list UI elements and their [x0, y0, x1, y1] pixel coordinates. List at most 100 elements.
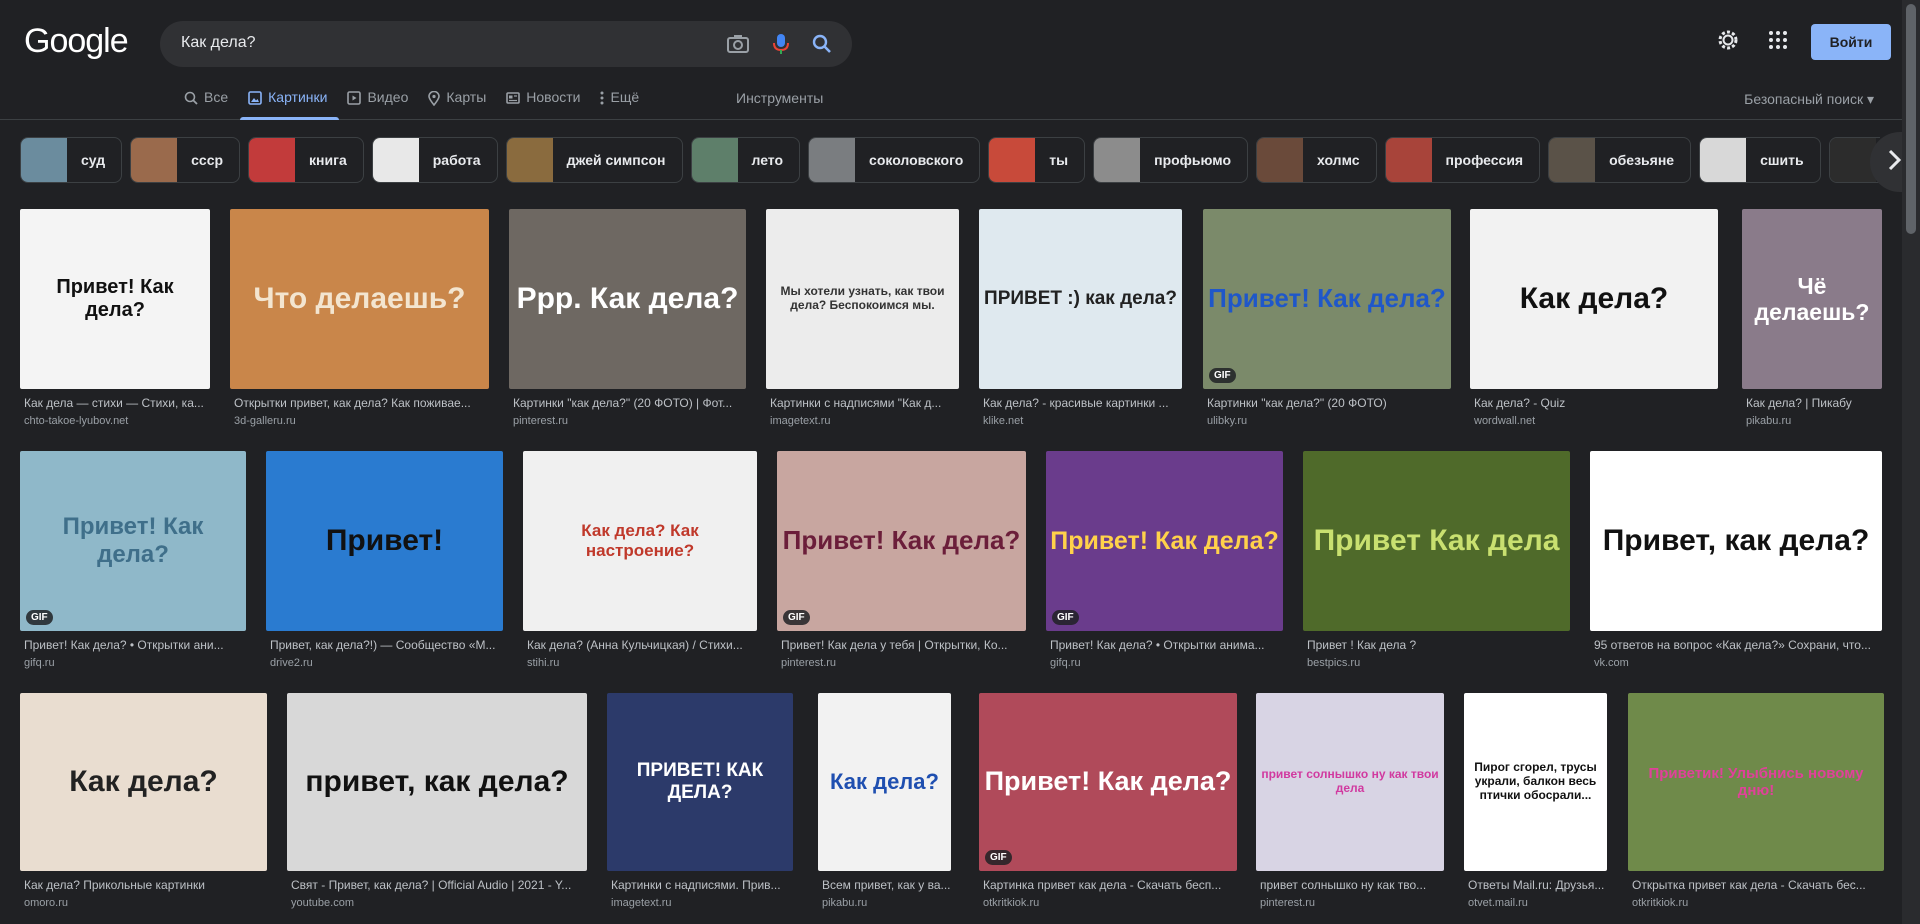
result-source[interactable]: klike.net — [979, 415, 1182, 427]
result-title[interactable]: Привет! Как дела у тебя | Открытки, Ко..… — [777, 638, 1026, 652]
camera-icon[interactable] — [726, 32, 750, 56]
tab-news[interactable]: Новости — [498, 86, 592, 120]
result-thumbnail[interactable]: Привет, как дела? — [1590, 451, 1882, 631]
image-result[interactable]: Пирог сгорел, трусы украли, балкон весь … — [1464, 693, 1607, 909]
result-thumbnail[interactable]: Привет! Как дела? GIF — [979, 693, 1237, 871]
result-title[interactable]: Картинка привет как дела - Скачать бесп.… — [979, 878, 1237, 892]
related-search-chip[interactable]: ты — [988, 137, 1086, 183]
apps-grid-icon[interactable] — [1766, 28, 1790, 52]
result-thumbnail[interactable]: ПРИВЕТ! КАК ДЕЛА? — [607, 693, 793, 871]
result-thumbnail[interactable]: Чё делаешь? — [1742, 209, 1882, 389]
image-result[interactable]: ПРИВЕТ :) как дела? Как дела? - красивые … — [979, 209, 1182, 427]
result-title[interactable]: 95 ответов на вопрос «Как дела?» Сохрани… — [1590, 638, 1882, 652]
related-search-chip[interactable]: работа — [371, 137, 498, 183]
image-result[interactable]: ПРИВЕТ! КАК ДЕЛА? Картинки с надписями. П… — [607, 693, 793, 909]
result-source[interactable]: imagetext.ru — [607, 897, 793, 909]
result-title[interactable]: Картинки "как дела?" (20 ФОТО) — [1203, 396, 1451, 410]
result-title[interactable]: Привет, как дела?!) — Сообщество «М... — [266, 638, 503, 652]
related-search-chip[interactable]: профессия — [1384, 137, 1541, 183]
result-title[interactable]: Картинки "как дела?" (20 ФОТО) | Фот... — [509, 396, 746, 410]
image-result[interactable]: Как дела? Как настроение? Как дела? (Анна… — [523, 451, 757, 669]
result-source[interactable]: 3d-galleru.ru — [230, 415, 489, 427]
result-title[interactable]: Привет! Как дела? • Открытки анима... — [1046, 638, 1283, 652]
result-source[interactable]: otkritkiok.ru — [979, 897, 1237, 909]
page-scrollbar[interactable] — [1902, 0, 1920, 924]
result-thumbnail[interactable]: Приветик! Улыбнись новому дню! — [1628, 693, 1884, 871]
related-search-chip[interactable]: ссср — [130, 137, 241, 183]
search-box[interactable]: Как дела? — [160, 21, 852, 67]
result-thumbnail[interactable]: Привет! Как дела? GIF — [1046, 451, 1283, 631]
tab-image[interactable]: Картинки — [240, 86, 340, 120]
scrollbar-thumb[interactable] — [1906, 4, 1916, 234]
result-thumbnail[interactable]: Привет! Как дела? GIF — [1203, 209, 1451, 389]
image-result[interactable]: Привет! Как дела? GIF Привет! Как дела? • … — [20, 451, 246, 669]
result-thumbnail[interactable]: Как дела? — [20, 693, 267, 871]
result-title[interactable]: Как дела? - Quiz — [1470, 396, 1718, 410]
result-source[interactable]: youtube.com — [287, 897, 587, 909]
result-source[interactable]: pikabu.ru — [1742, 415, 1882, 427]
tab-search[interactable]: Все — [176, 86, 240, 120]
result-title[interactable]: Как дела? | Пикабу — [1742, 396, 1882, 410]
result-source[interactable]: otvet.mail.ru — [1464, 897, 1607, 909]
image-result[interactable]: Приветик! Улыбнись новому дню! Открытка п… — [1628, 693, 1884, 909]
result-thumbnail[interactable]: Привет Как дела — [1303, 451, 1570, 631]
result-source[interactable]: pinterest.ru — [1256, 897, 1444, 909]
result-thumbnail[interactable]: Как дела? — [818, 693, 951, 871]
search-input[interactable]: Как дела? — [181, 34, 256, 52]
result-title[interactable]: Свят - Привет, как дела? | Official Audi… — [287, 878, 587, 892]
image-result[interactable]: Мы хотели узнать, как твои дела? Беспоко… — [766, 209, 959, 427]
result-source[interactable]: omoro.ru — [20, 897, 267, 909]
result-source[interactable]: wordwall.net — [1470, 415, 1718, 427]
result-title[interactable]: Как дела? (Анна Кульчицкая) / Стихи... — [523, 638, 757, 652]
related-search-chip[interactable]: книга — [248, 137, 364, 183]
search-icon[interactable] — [810, 32, 834, 56]
settings-gear-icon[interactable] — [1716, 28, 1740, 52]
result-title[interactable]: Открытки привет, как дела? Как поживае..… — [230, 396, 489, 410]
image-result[interactable]: Как дела? Как дела? - Quiz wordwall.net — [1470, 209, 1718, 427]
image-result[interactable]: Как дела? Всем привет, как у ва... pikabu.… — [818, 693, 951, 909]
result-source[interactable]: gifq.ru — [20, 657, 246, 669]
image-result[interactable]: Привет! Как дела? Как дела — стихи — Стих… — [20, 209, 210, 427]
result-thumbnail[interactable]: Как дела? — [1470, 209, 1718, 389]
safe-search-menu[interactable]: Безопасный поиск ▾ — [1744, 91, 1874, 108]
result-source[interactable]: otkritkiok.ru — [1628, 897, 1884, 909]
image-result[interactable]: Привет! Как дела? GIF Привет! Как дела? • … — [1046, 451, 1283, 669]
result-source[interactable]: vk.com — [1590, 657, 1882, 669]
microphone-icon[interactable] — [769, 32, 793, 56]
result-title[interactable]: Картинки с надписями "Как д... — [766, 396, 959, 410]
result-thumbnail[interactable]: ПРИВЕТ :) как дела? — [979, 209, 1182, 389]
result-source[interactable]: stihi.ru — [523, 657, 757, 669]
result-thumbnail[interactable]: привет, как дела? — [287, 693, 587, 871]
related-search-chip[interactable]: сшить — [1699, 137, 1821, 183]
tab-video[interactable]: Видео — [339, 86, 420, 120]
image-result[interactable]: Привет! Как дела? GIF Картинки "как дела?"… — [1203, 209, 1451, 427]
result-title[interactable]: Всем привет, как у ва... — [818, 878, 951, 892]
related-search-chip[interactable]: обезьяне — [1548, 137, 1692, 183]
result-source[interactable]: drive2.ru — [266, 657, 503, 669]
result-title[interactable]: Как дела? Прикольные картинки — [20, 878, 267, 892]
result-title[interactable]: Открытка привет как дела - Скачать бес..… — [1628, 878, 1884, 892]
related-search-chip[interactable]: лето — [690, 137, 801, 183]
tab-map-pin[interactable]: Карты — [420, 86, 498, 120]
tab-more-vert[interactable]: Ещё — [592, 86, 651, 120]
result-source[interactable]: pikabu.ru — [818, 897, 951, 909]
image-result[interactable]: Привет! Привет, как дела?!) — Сообщество … — [266, 451, 503, 669]
result-thumbnail[interactable]: Привет! Как дела? GIF — [20, 451, 246, 631]
result-thumbnail[interactable]: Мы хотели узнать, как твои дела? Беспоко… — [766, 209, 959, 389]
result-source[interactable]: pinterest.ru — [509, 415, 746, 427]
image-result[interactable]: Что делаешь? Открытки привет, как дела? К… — [230, 209, 489, 427]
result-thumbnail[interactable]: Что делаешь? — [230, 209, 489, 389]
sign-in-button[interactable]: Войти — [1811, 24, 1891, 60]
result-title[interactable]: Привет! Как дела? • Открытки ани... — [20, 638, 246, 652]
image-result[interactable]: Привет Как дела Привет ! Как дела ? bestpi… — [1303, 451, 1570, 669]
result-thumbnail[interactable]: Ррр. Как дела? — [509, 209, 746, 389]
result-title[interactable]: Как дела — стихи — Стихи, ка... — [20, 396, 210, 410]
result-title[interactable]: Картинки с надписями. Прив... — [607, 878, 793, 892]
image-result[interactable]: Как дела? Как дела? Прикольные картинки om… — [20, 693, 267, 909]
tools-button[interactable]: Инструменты — [736, 90, 823, 106]
result-thumbnail[interactable]: Привет! Как дела? — [20, 209, 210, 389]
related-search-chip[interactable]: профьюмо — [1093, 137, 1249, 183]
image-result[interactable]: Ррр. Как дела? Картинки "как дела?" (20 Ф… — [509, 209, 746, 427]
result-source[interactable]: imagetext.ru — [766, 415, 959, 427]
related-search-chip[interactable]: холмс — [1256, 137, 1377, 183]
